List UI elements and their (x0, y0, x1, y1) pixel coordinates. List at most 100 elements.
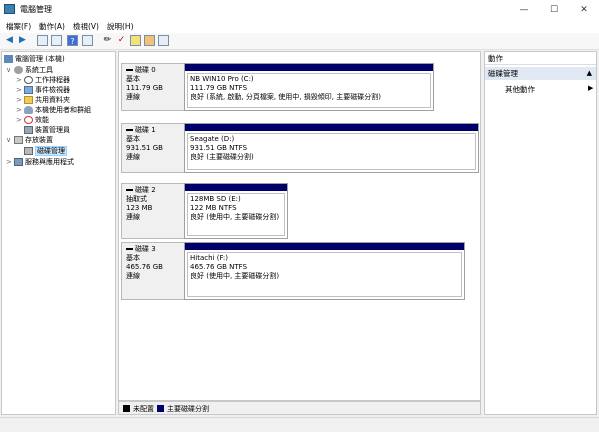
navigation-tree: 電腦管理 (本機) ∨ 系統工具 > 工作排程器 > 事件檢視器 > 共用資料夾 > 本機… (1, 51, 116, 415)
more-actions[interactable]: 其他動作 ▶ (505, 84, 593, 95)
partition-health: 良好 (主要磁碟分割) (190, 153, 254, 161)
disk-type: 基本 (126, 254, 140, 262)
disk-size: 123 MB (126, 204, 153, 212)
event-viewer-icon (24, 86, 33, 94)
tree-item-event-viewer[interactable]: > 事件檢視器 (16, 85, 70, 95)
chevron-right-icon: ▶ (588, 84, 594, 92)
view-icon[interactable] (158, 35, 169, 46)
disk-icon (126, 189, 133, 191)
chevron-down-icon[interactable]: ∨ (6, 65, 14, 75)
open-icon[interactable] (130, 35, 141, 46)
legend: 未配置 主要磁碟分割 (118, 401, 481, 415)
disk-icon (126, 129, 133, 131)
search-icon[interactable] (144, 35, 155, 46)
partition-health: 良好 (系統, 啟動, 分頁檔案, 使用中, 損毀傾印, 主要磁碟分割) (190, 93, 381, 101)
services-icon (14, 158, 23, 166)
disk-icon (126, 69, 133, 71)
title-bar: 電腦管理 — ☐ ✕ (0, 0, 599, 21)
partition-label: Seagate (D:) (190, 135, 235, 143)
partition-info: NB WIN10 Pro (C:) 111.79 GB NTFS 良好 (系統,… (187, 73, 431, 108)
tree-item-local-users[interactable]: > 本機使用者和群組 (16, 105, 91, 115)
up-folder-icon[interactable] (37, 35, 48, 46)
partition-fs: 465.76 GB NTFS (190, 263, 248, 271)
chevron-right-icon[interactable]: > (6, 157, 14, 167)
disk-name: 磁碟 2 (126, 186, 180, 195)
tree-item-storage[interactable]: ∨ 存放裝置 (6, 135, 53, 145)
partition-block[interactable]: 128MB SD (E:) 122 MB NTFS 良好 (使用中, 主要磁碟分… (184, 183, 288, 239)
actions-header: 動作 (485, 52, 596, 65)
menu-file[interactable]: 檔案(F) (6, 21, 31, 32)
computer-management-icon (4, 4, 15, 14)
legend-label: 未配置 (133, 405, 154, 413)
computer-icon (4, 55, 13, 63)
properties-icon[interactable] (82, 35, 93, 46)
back-icon[interactable]: ◀ (4, 35, 15, 46)
primary-partition-bar (185, 64, 433, 71)
disk-status: 連線 (126, 272, 140, 280)
disk-type: 抽取式 (126, 195, 147, 203)
toolbar: ◀ ▶ ? ✏ ✓ (0, 33, 599, 50)
partition-health: 良好 (使用中, 主要磁碟分割) (190, 213, 280, 221)
maximize-button[interactable]: ☐ (539, 0, 569, 20)
tree-item-performance[interactable]: > 效能 (16, 115, 49, 125)
tools-icon (14, 66, 23, 74)
disk-icon (126, 248, 133, 250)
chevron-down-icon[interactable]: ∨ (6, 135, 14, 145)
menu-bar: 檔案(F) 動作(A) 檢視(V) 說明(H) (0, 20, 599, 33)
partition-health: 良好 (使用中, 主要磁碟分割) (190, 272, 280, 280)
primary-partition-bar (185, 124, 478, 131)
disk-status: 連線 (126, 213, 140, 221)
menu-help[interactable]: 說明(H) (107, 21, 134, 32)
partition-label: 128MB SD (E:) (190, 195, 241, 203)
device-manager-icon (24, 126, 33, 134)
tree-item-system-tools[interactable]: ∨ 系統工具 (6, 65, 53, 75)
forward-icon[interactable]: ▶ (17, 35, 28, 46)
chevron-right-icon[interactable]: > (16, 95, 24, 105)
partition-info: Seagate (D:) 931.51 GB NTFS 良好 (主要磁碟分割) (187, 133, 476, 170)
disk-label[interactable]: 磁碟 1 基本 931.51 GB 連線 (121, 123, 185, 173)
partition-info: 128MB SD (E:) 122 MB NTFS 良好 (使用中, 主要磁碟分… (187, 193, 285, 236)
close-button[interactable]: ✕ (569, 0, 599, 20)
actions-section-disk-management[interactable]: 磁碟管理 ▲ (485, 67, 596, 80)
tree-item-device-manager[interactable]: 裝置管理員 (16, 125, 70, 135)
partition-block[interactable]: NB WIN10 Pro (C:) 111.79 GB NTFS 良好 (系統,… (184, 63, 434, 111)
tree-item-shared-folders[interactable]: > 共用資料夾 (16, 95, 70, 105)
minimize-button[interactable]: — (509, 0, 539, 20)
disk-name: 磁碟 1 (126, 126, 180, 135)
show-hide-tree-icon[interactable] (51, 35, 62, 46)
disk-size: 111.79 GB (126, 84, 163, 92)
partition-info: Hitachi (F:) 465.76 GB NTFS 良好 (使用中, 主要磁… (187, 252, 462, 297)
tree-item-disk-management[interactable]: 磁碟管理 (16, 146, 67, 156)
users-icon (24, 106, 33, 114)
partition-block[interactable]: Seagate (D:) 931.51 GB NTFS 良好 (主要磁碟分割) (184, 123, 479, 173)
collapse-up-icon[interactable]: ▲ (587, 67, 592, 80)
menu-view[interactable]: 檢視(V) (73, 21, 99, 32)
disk-label[interactable]: 磁碟 3 基本 465.76 GB 連線 (121, 242, 185, 300)
disk-label[interactable]: 磁碟 0 基本 111.79 GB 連線 (121, 63, 185, 111)
window-title: 電腦管理 (20, 5, 52, 14)
actions-pane: 動作 磁碟管理 ▲ 其他動作 ▶ (484, 51, 597, 415)
disk-name: 磁碟 3 (126, 245, 180, 254)
disk-status: 連線 (126, 153, 140, 161)
help-icon[interactable]: ? (67, 35, 78, 46)
status-bar (0, 417, 599, 432)
disk-type: 基本 (126, 75, 140, 83)
chevron-right-icon[interactable]: > (16, 75, 24, 85)
chevron-right-icon[interactable]: > (16, 85, 24, 95)
disk-size: 931.51 GB (126, 144, 163, 152)
partition-fs: 111.79 GB NTFS (190, 84, 248, 92)
chevron-right-icon[interactable]: > (16, 115, 24, 125)
tree-item-task-scheduler[interactable]: > 工作排程器 (16, 75, 70, 85)
disk-graphical-view: 磁碟 0 基本 111.79 GB 連線 NB WIN10 Pro (C:) 1… (118, 51, 481, 401)
tree-item-computer-management[interactable]: 電腦管理 (本機) (4, 54, 65, 64)
tree-item-services-apps[interactable]: > 服務與應用程式 (6, 157, 74, 167)
chevron-right-icon[interactable]: > (16, 105, 24, 115)
partition-fs: 931.51 GB NTFS (190, 144, 248, 152)
disk-label[interactable]: 磁碟 2 抽取式 123 MB 連線 (121, 183, 185, 239)
legend-swatch-primary (157, 405, 164, 412)
check-icon[interactable]: ✓ (116, 35, 127, 46)
connect-icon[interactable]: ✏ (102, 35, 113, 46)
partition-block[interactable]: Hitachi (F:) 465.76 GB NTFS 良好 (使用中, 主要磁… (184, 242, 465, 300)
menu-action[interactable]: 動作(A) (39, 21, 65, 32)
partition-fs: 122 MB NTFS (190, 204, 237, 212)
